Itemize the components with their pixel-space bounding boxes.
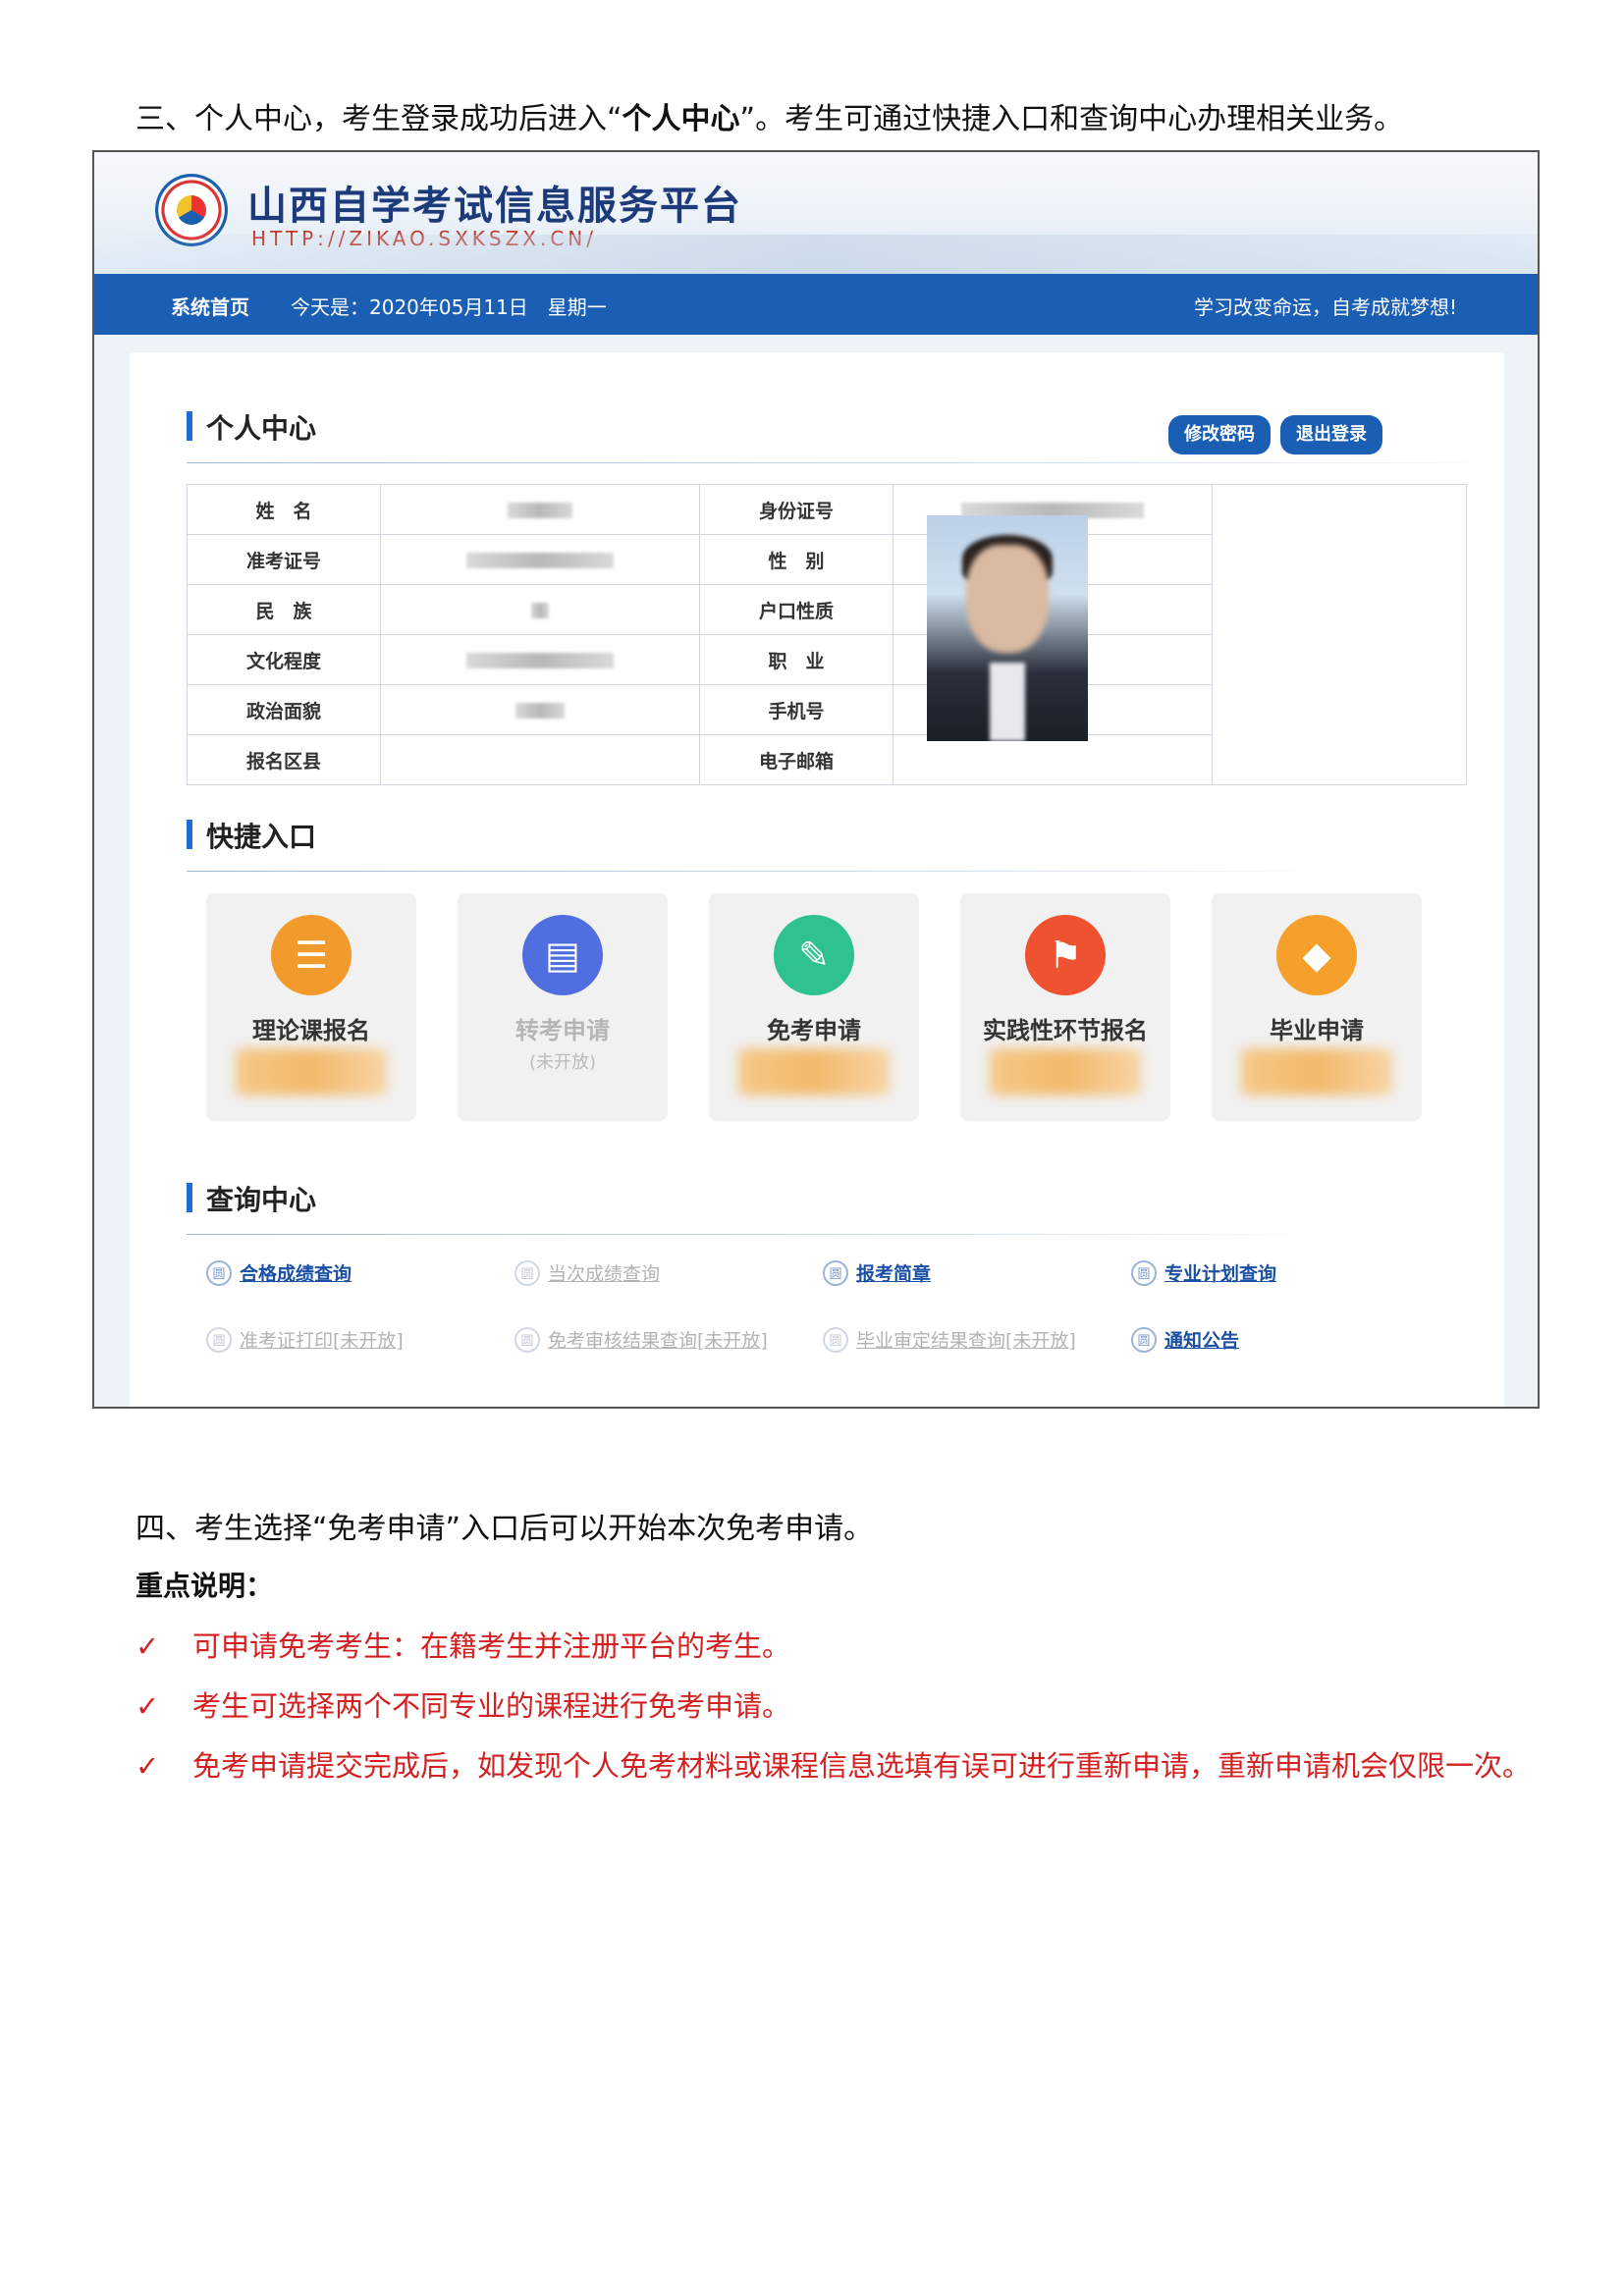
clipboard-edit-icon: ✎ [774, 915, 854, 995]
label-ticket: 准考证号 [187, 534, 381, 585]
value-education [380, 634, 700, 685]
check-icon: ✓ [135, 1749, 160, 1783]
round-icon: 圆 [1131, 1259, 1157, 1286]
shortcut-label: 转考申请 [515, 1017, 610, 1044]
site-banner: 山西自学考试信息服务平台 HTTP://ZIKAO.SXKSZX.CN/ [94, 152, 1538, 274]
logout-button[interactable]: 退出登录 [1280, 415, 1382, 454]
label-occupation: 职 业 [699, 634, 893, 685]
label-phone: 手机号 [699, 684, 893, 735]
label-district: 报名区县 [187, 734, 381, 785]
site-title: 山西自学考试信息服务平台 [247, 184, 742, 229]
note-item: ✓ 可申请免考考生：在籍考生并注册平台的考生。 [135, 1629, 791, 1663]
flag-icon: ⚑ [1025, 915, 1106, 995]
round-icon: 圆 [823, 1259, 848, 1286]
shortcut-exemption-application[interactable]: ✎ 免考申请 [709, 893, 919, 1121]
round-icon: 圆 [823, 1326, 848, 1353]
query-link-graduation-result: 圆毕业审定结果查询[未开放] [823, 1326, 1076, 1353]
label-household: 户口性质 [699, 584, 893, 635]
label-id-number: 身份证号 [699, 484, 893, 535]
shortcut-practice-registration[interactable]: ⚑ 实践性环节报名 [960, 893, 1170, 1121]
value-name [380, 484, 700, 535]
nav-date: 今天是：2020年05月11日 星期一 [291, 295, 607, 319]
profile-table: 姓 名 身份证号 准考证号 性 别 民 族 户口性质 文化程度 职 业 政治面貌… [187, 484, 1467, 785]
value-district [380, 734, 700, 785]
key-notes-title: 重点说明： [135, 1570, 274, 1602]
query-link-current-scores: 圆当次成绩查询 [514, 1259, 660, 1286]
note-item: ✓ 考生可选择两个不同专业的课程进行免考申请。 [135, 1689, 791, 1723]
value-political [380, 684, 700, 735]
label-education: 文化程度 [187, 634, 381, 685]
photo-cell [1212, 484, 1467, 785]
site-logo-icon[interactable] [155, 174, 228, 246]
check-icon: ✓ [135, 1689, 160, 1723]
query-divider [187, 1234, 1326, 1235]
query-section-title: 查询中心 [187, 1179, 316, 1218]
change-password-button[interactable]: 修改密码 [1168, 415, 1271, 454]
shortcut-graduation-application[interactable]: ◆ 毕业申请 [1212, 893, 1422, 1121]
screenshot-frame: 山西自学考试信息服务平台 HTTP://ZIKAO.SXKSZX.CN/ 系统首… [92, 150, 1540, 1409]
document-icon: ▤ [522, 915, 603, 995]
shortcut-label: 免考申请 [767, 1017, 861, 1044]
shortcuts-divider [187, 871, 1326, 872]
label-email: 电子邮箱 [699, 734, 893, 785]
site-url: HTTP://ZIKAO.SXKSZX.CN/ [251, 227, 598, 250]
books-icon: ☰ [271, 915, 352, 995]
intro-suffix: ”。考生可通过快捷入口和查询中心办理相关业务。 [739, 102, 1404, 136]
round-icon: 圆 [514, 1259, 540, 1286]
round-icon: 圆 [514, 1326, 540, 1353]
value-ethnicity [380, 584, 700, 635]
nav-motto: 学习改变命运，自考成就梦想! [1193, 295, 1457, 319]
query-link-major-plan[interactable]: 圆专业计划查询 [1131, 1259, 1276, 1286]
section-4-heading: 四、考生选择“免考申请”入口后可以开始本次免考申请。 [135, 1512, 874, 1546]
label-political: 政治面貌 [187, 684, 381, 735]
top-navbar: 系统首页 今天是：2020年05月11日 星期一 学习改变命运，自考成就梦想! [94, 274, 1538, 335]
intro-prefix: 三、个人中心，考生登录成功后进入“ [135, 102, 623, 136]
intro-paragraph: 三、个人中心，考生登录成功后进入“个人中心”。考生可通过快捷入口和查询中心办理相… [135, 94, 1403, 137]
query-link-qualified-scores[interactable]: 圆合格成绩查询 [206, 1259, 352, 1286]
check-icon: ✓ [135, 1629, 160, 1663]
shortcut-label: 实践性环节报名 [983, 1017, 1148, 1044]
shortcut-label: 理论课报名 [252, 1017, 370, 1044]
label-ethnicity: 民 族 [187, 584, 381, 635]
query-link-exemption-result: 圆免考审核结果查询[未开放] [514, 1326, 768, 1353]
shortcut-sub: (未开放) [528, 1052, 597, 1073]
note-item: ✓ 免考申请提交完成后，如发现个人免考材料或课程信息选填有误可进行重新申请，重新申… [135, 1749, 1532, 1783]
profile-divider [187, 462, 1502, 463]
value-email [893, 734, 1213, 785]
round-icon: 圆 [206, 1259, 232, 1286]
content-panel: 个人中心 修改密码 退出登录 姓 名 身份证号 准考证号 性 别 民 族 户口性… [130, 352, 1504, 1407]
query-link-announcements[interactable]: 圆通知公告 [1131, 1326, 1239, 1353]
shortcut-theory-registration[interactable]: ☰ 理论课报名 [206, 893, 416, 1121]
round-icon: 圆 [206, 1326, 232, 1353]
nav-home-link[interactable]: 系统首页 [171, 292, 249, 320]
intro-bold: 个人中心 [622, 102, 740, 136]
label-name: 姓 名 [187, 484, 381, 535]
profile-section-title: 个人中心 [187, 407, 316, 447]
graduation-cap-icon: ◆ [1276, 915, 1357, 995]
candidate-photo [927, 515, 1088, 741]
round-icon: 圆 [1131, 1326, 1157, 1353]
query-link-exam-guide[interactable]: 圆报考简章 [823, 1259, 931, 1286]
value-ticket [380, 534, 700, 585]
query-link-admission-ticket: 圆准考证打印[未开放] [206, 1326, 404, 1353]
shortcut-label: 毕业申请 [1270, 1017, 1364, 1044]
shortcut-transfer-application: ▤ 转考申请 (未开放) [458, 893, 668, 1121]
shortcuts-section-title: 快捷入口 [187, 816, 316, 855]
label-gender: 性 别 [699, 534, 893, 585]
